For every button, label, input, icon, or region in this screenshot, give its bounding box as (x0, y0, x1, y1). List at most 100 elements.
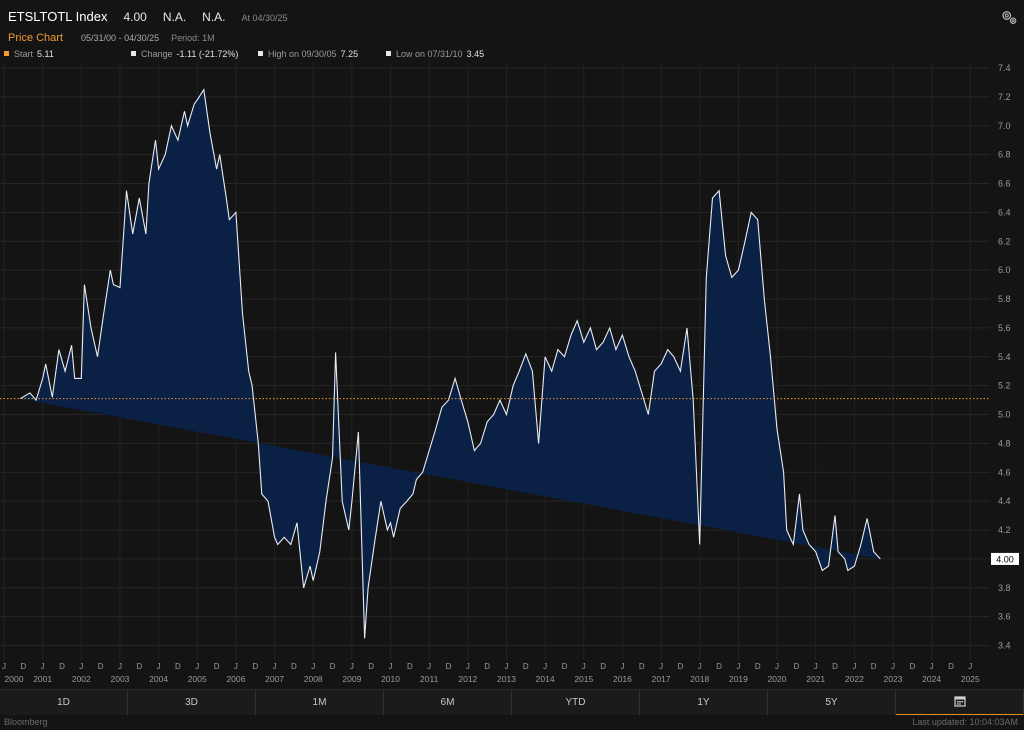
y-tick-label: 3.8 (998, 583, 1011, 593)
x-year-tick-label: 2004 (149, 674, 168, 684)
x-year-tick-label: 2000 (5, 674, 24, 684)
stat-high-label: High on 09/30/05 (268, 49, 337, 59)
x-month-tick-label: D (136, 662, 142, 671)
tab-1d[interactable]: 1D (0, 690, 128, 716)
x-month-tick-label: D (214, 662, 220, 671)
x-year-tick-label: 2025 (961, 674, 980, 684)
period-tabs: 1D 3D 1M 6M YTD 1Y 5Y (0, 689, 1024, 716)
stat-change: Change -1.11 (-21.72%) (131, 49, 238, 59)
x-month-tick-label: D (523, 662, 529, 671)
x-month-tick-label: J (582, 662, 586, 671)
last-price: 4.00 (123, 10, 147, 24)
price-chart[interactable]: 3.43.63.84.04.24.44.64.85.05.25.45.65.86… (0, 62, 1024, 688)
x-month-tick-label: J (273, 662, 277, 671)
x-month-tick-label: D (59, 662, 65, 671)
x-month-tick-label: J (504, 662, 508, 671)
ticker-label[interactable]: ETSLTOTL Index (8, 9, 107, 24)
x-month-tick-label: J (195, 662, 199, 671)
x-month-tick-label: D (678, 662, 684, 671)
x-year-tick-label: 2002 (72, 674, 91, 684)
x-month-tick-label: J (350, 662, 354, 671)
chart-type-label[interactable]: Price Chart (8, 32, 63, 44)
y-tick-label: 5.6 (998, 323, 1011, 333)
tab-calendar[interactable] (896, 690, 1024, 716)
x-month-tick-label: D (793, 662, 799, 671)
x-year-tick-label: 2007 (265, 674, 284, 684)
x-month-tick-label: D (291, 662, 297, 671)
x-year-tick-label: 2008 (304, 674, 323, 684)
x-month-tick-label: D (252, 662, 258, 671)
x-month-tick-label: J (814, 662, 818, 671)
x-year-tick-label: 2011 (420, 674, 439, 684)
series-area (20, 89, 881, 639)
y-tick-label: 6.6 (998, 179, 1011, 189)
high-swatch-icon (258, 51, 263, 56)
x-month-tick-label: D (716, 662, 722, 671)
x-year-tick-label: 2012 (458, 674, 477, 684)
y-tick-label: 6.4 (998, 207, 1011, 217)
last-value-label: 4.00 (996, 554, 1014, 564)
x-month-tick-label: J (736, 662, 740, 671)
x-month-tick-label: D (639, 662, 645, 671)
tab-1m[interactable]: 1M (256, 690, 384, 716)
x-month-tick-label: D (20, 662, 26, 671)
period-label[interactable]: Period: 1M (171, 33, 215, 43)
x-month-tick-label: J (775, 662, 779, 671)
y-tick-label: 5.0 (998, 410, 1011, 420)
tab-ytd[interactable]: YTD (512, 690, 640, 716)
stat-start-label: Start (14, 49, 34, 59)
settings-gear-icon[interactable] (1000, 8, 1018, 26)
x-month-tick-label: J (118, 662, 122, 671)
calendar-icon[interactable] (953, 695, 966, 707)
date-range[interactable]: 05/31/00 - 04/30/25 (81, 33, 159, 43)
x-month-tick-label: D (755, 662, 761, 671)
x-month-tick-label: D (98, 662, 104, 671)
stat-high-value: 7.25 (340, 49, 359, 59)
tab-3d[interactable]: 3D (128, 690, 256, 716)
stat-change-value: -1.11 (-21.72%) (176, 49, 239, 59)
x-year-tick-label: 2023 (884, 674, 903, 684)
x-month-tick-label: J (930, 662, 934, 671)
x-month-tick-label: J (891, 662, 895, 671)
y-tick-label: 3.4 (998, 641, 1011, 651)
x-year-tick-label: 2005 (188, 674, 207, 684)
x-month-tick-label: D (948, 662, 954, 671)
x-year-tick-label: 2003 (110, 674, 129, 684)
x-month-tick-label: D (368, 662, 374, 671)
x-month-tick-label: D (832, 662, 838, 671)
x-month-tick-label: J (311, 662, 315, 671)
tab-6m[interactable]: 6M (384, 690, 512, 716)
x-year-tick-label: 2006 (226, 674, 245, 684)
stat-low-value: 3.45 (466, 49, 485, 59)
x-month-tick-label: J (41, 662, 45, 671)
y-tick-label: 5.4 (998, 352, 1011, 362)
y-tick-label: 4.4 (998, 496, 1011, 506)
x-month-tick-label: J (234, 662, 238, 671)
x-month-tick-label: J (968, 662, 972, 671)
y-tick-label: 3.6 (998, 612, 1011, 622)
x-month-tick-label: J (659, 662, 663, 671)
subtitle-row: Price Chart 05/31/00 - 04/30/25 Period: … (8, 32, 215, 44)
x-year-tick-label: 2019 (729, 674, 748, 684)
percent-change: N.A. (202, 10, 226, 24)
x-month-tick-label: D (175, 662, 181, 671)
y-tick-label: 7.4 (998, 63, 1011, 73)
x-month-tick-label: D (330, 662, 336, 671)
x-month-tick-label: J (2, 662, 6, 671)
title-row: ETSLTOTL Index 4.00 N.A. N.A. At 04/30/2… (8, 9, 288, 24)
x-month-tick-label: D (909, 662, 915, 671)
x-year-tick-label: 2020 (768, 674, 787, 684)
y-tick-label: 7.2 (998, 92, 1011, 102)
tab-1y[interactable]: 1Y (640, 690, 768, 716)
x-month-tick-label: J (389, 662, 393, 671)
x-year-tick-label: 2021 (806, 674, 825, 684)
x-year-tick-label: 2015 (574, 674, 593, 684)
tab-5y[interactable]: 5Y (768, 690, 896, 716)
x-year-tick-label: 2010 (381, 674, 400, 684)
x-month-tick-label: D (871, 662, 877, 671)
x-year-tick-label: 2018 (690, 674, 709, 684)
x-month-tick-label: J (698, 662, 702, 671)
y-tick-label: 6.8 (998, 150, 1011, 160)
net-change: N.A. (162, 10, 187, 24)
x-year-tick-label: 2009 (342, 674, 361, 684)
